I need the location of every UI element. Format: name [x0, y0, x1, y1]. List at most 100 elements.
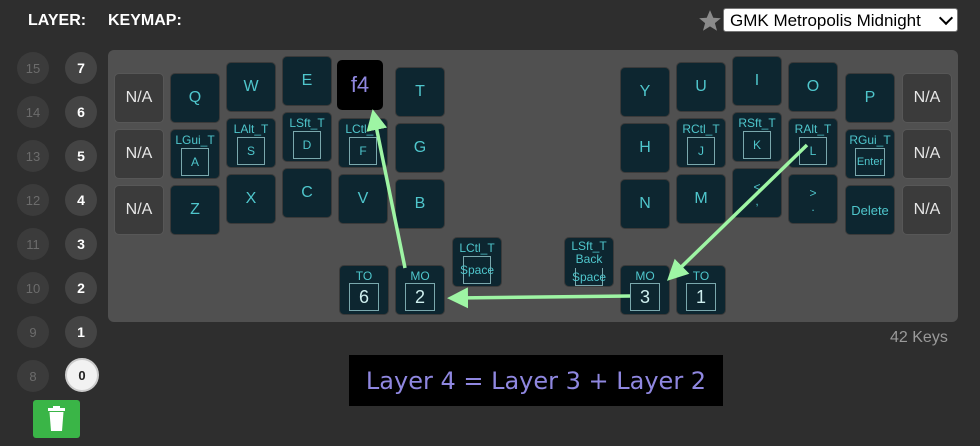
layer-button-7[interactable]: 7	[65, 52, 97, 84]
keymap-heading: KEYMAP:	[108, 12, 182, 29]
key-inner-label: L	[799, 137, 827, 165]
key-modifier-label: RSft_T	[738, 116, 776, 130]
key-q[interactable]: Q	[170, 73, 220, 123]
key-modifier-label: LGui_T	[175, 133, 215, 147]
key-e[interactable]: E	[282, 56, 332, 106]
key-g[interactable]: G	[395, 123, 445, 173]
layer-button-4[interactable]: 4	[65, 184, 97, 216]
layer-heading: LAYER:	[28, 12, 87, 29]
key-modifier-label: RCtl_T	[682, 122, 720, 136]
key-modifier-label: LCtl_T	[459, 241, 495, 255]
key-modifier-label: LCtl_T	[345, 122, 381, 136]
layer-button-13[interactable]: 13	[17, 140, 49, 172]
key-count: 42 Keys	[890, 329, 948, 346]
key-k[interactable]: RSft_T K	[732, 112, 782, 162]
key-inner-label: D	[293, 131, 321, 159]
key-s[interactable]: LAlt_T S	[226, 118, 276, 168]
key-modifier-label: RGui_T	[849, 133, 891, 147]
key-thumb-mo-2[interactable]: MO 2	[395, 265, 445, 315]
key-n[interactable]: N	[620, 179, 670, 229]
key-na[interactable]: N/A	[902, 129, 952, 179]
key-thumb-space[interactable]: LCtl_T Space	[452, 237, 502, 287]
key-m[interactable]: M	[676, 174, 726, 224]
key-delete[interactable]: Delete	[845, 185, 895, 235]
key-c[interactable]: C	[282, 168, 332, 218]
layer-button-1[interactable]: 1	[65, 316, 97, 348]
layer-button-3[interactable]: 3	[65, 228, 97, 260]
key-inner-label: Space	[572, 268, 606, 286]
key-base-label: .	[811, 200, 815, 214]
key-j[interactable]: RCtl_T J	[676, 118, 726, 168]
key-modifier-label: LAlt_T	[233, 122, 269, 136]
layer-button-12[interactable]: 12	[17, 184, 49, 216]
delete-layer-button[interactable]	[33, 400, 80, 438]
key-v[interactable]: V	[338, 174, 388, 224]
key-thumb-to-1[interactable]: TO 1	[676, 265, 726, 315]
key-na[interactable]: N/A	[114, 185, 164, 235]
key-na[interactable]: N/A	[902, 73, 952, 123]
layer-button-8[interactable]: 8	[17, 360, 49, 392]
key-base-label: ,	[755, 194, 759, 208]
key-d[interactable]: LSft_T D	[282, 112, 332, 162]
key-i[interactable]: I	[732, 56, 782, 106]
layer-combination-banner: Layer 4 = Layer 3 + Layer 2	[349, 355, 723, 406]
key-u[interactable]: U	[676, 62, 726, 112]
key-na[interactable]: N/A	[902, 185, 952, 235]
layer-button-2[interactable]: 2	[65, 272, 97, 304]
key-h[interactable]: H	[620, 123, 670, 173]
layer-button-6[interactable]: 6	[65, 96, 97, 128]
key-x[interactable]: X	[226, 174, 276, 224]
key-z[interactable]: Z	[170, 185, 220, 235]
key-modifier-label: TO	[355, 269, 373, 283]
key-inner-label: F	[349, 137, 377, 165]
layer-button-14[interactable]: 14	[17, 96, 49, 128]
key-l[interactable]: RAlt_T L	[788, 118, 838, 168]
key-inner-label: A	[181, 148, 209, 176]
key-inner-label: S	[237, 137, 265, 165]
layer-button-10[interactable]: 10	[17, 272, 49, 304]
layer-button-9[interactable]: 9	[17, 316, 49, 348]
key-thumb-backspace[interactable]: LSft_T Back Space	[564, 237, 614, 287]
trash-icon	[48, 406, 65, 431]
key-enter[interactable]: RGui_T Enter	[845, 129, 895, 179]
theme-select[interactable]: GMK Metropolis Midnight	[723, 8, 958, 32]
layer-button-0[interactable]: 0	[65, 358, 99, 392]
key-t[interactable]: T	[395, 67, 445, 117]
key-inner-label: 1	[686, 283, 716, 311]
key-modifier-label: TO	[692, 269, 710, 283]
layer-button-5[interactable]: 5	[65, 140, 97, 172]
key-shift-label: <	[753, 180, 761, 194]
layer-button-11[interactable]: 11	[17, 228, 49, 260]
key-na[interactable]: N/A	[114, 73, 164, 123]
key-a[interactable]: LGui_T A	[170, 129, 220, 179]
key-comma[interactable]: < ,	[732, 168, 782, 218]
star-icon[interactable]	[697, 8, 723, 34]
key-inner-label: 2	[405, 283, 435, 311]
key-modifier-label: LSft_T	[289, 116, 325, 130]
key-modifier-label: RAlt_T	[794, 122, 832, 136]
key-o[interactable]: O	[788, 62, 838, 112]
key-thumb-to-6[interactable]: TO 6	[339, 265, 389, 315]
key-modifier-label: MO	[635, 269, 655, 283]
key-w[interactable]: W	[226, 62, 276, 112]
key-inner-label: 6	[349, 283, 379, 311]
key-dot[interactable]: > .	[788, 174, 838, 224]
key-inner-label: 3	[630, 283, 660, 311]
theme-select-value: GMK Metropolis Midnight	[730, 11, 921, 30]
layer-button-15[interactable]: 15	[17, 52, 49, 84]
key-na[interactable]: N/A	[114, 129, 164, 179]
chevron-down-icon	[938, 10, 954, 26]
key-inner-label: Space	[460, 256, 494, 284]
key-f[interactable]: LCtl_T F	[338, 118, 388, 168]
key-p[interactable]: P	[845, 73, 895, 123]
key-thumb-mo-3[interactable]: MO 3	[620, 265, 670, 315]
key-r-selected[interactable]: f4	[337, 60, 383, 110]
key-inner-label: K	[743, 131, 771, 159]
key-y[interactable]: Y	[620, 67, 670, 117]
key-modifier-label: LSft_T Back	[571, 239, 607, 266]
key-inner-label: J	[687, 137, 715, 165]
key-modifier-label: MO	[410, 269, 430, 283]
key-inner-label: Enter	[855, 148, 885, 176]
key-shift-label: >	[809, 186, 817, 200]
key-b[interactable]: B	[395, 179, 445, 229]
